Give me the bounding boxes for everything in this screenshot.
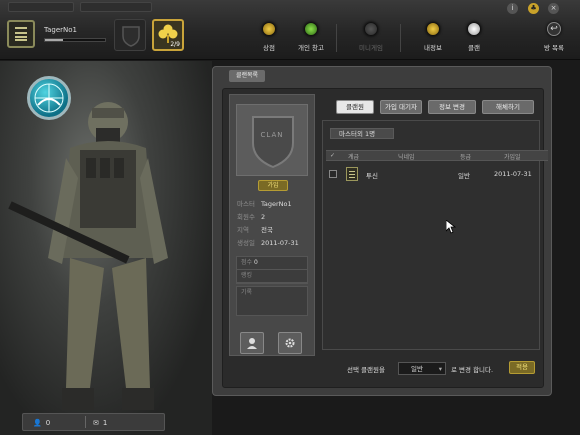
info-value: 2: [261, 213, 266, 221]
bottom-separator: [85, 416, 86, 428]
rank-icon: [346, 167, 358, 181]
info-members: 회원수 2: [237, 211, 265, 221]
clover-slot[interactable]: 2/9: [152, 19, 184, 51]
stats-record-box: 기록: [236, 286, 308, 316]
mail-counter[interactable]: ✉ 1: [93, 417, 107, 428]
stats-box: 점수 0 랭킹: [236, 256, 308, 284]
rank-lines-icon: [15, 27, 27, 41]
nav-clan[interactable]: 클랜: [449, 22, 499, 52]
clan-shield-icon: [252, 116, 294, 169]
myinfo-icon: [426, 22, 440, 36]
stat-score: 점수 0: [237, 257, 307, 270]
clan-list-back-button[interactable]: 클랜목록: [229, 70, 265, 82]
info-master: 마스터 TagerNo1: [237, 198, 292, 208]
person-icon: [247, 338, 257, 349]
top-bar: i ♣ × TagerNo1 2/9 상점 개인 창고 미니게임 내정보 클랜 …: [0, 0, 580, 60]
nav-minigame-label: 미니게임: [359, 44, 383, 52]
tab-disband[interactable]: 해체하기: [482, 100, 534, 114]
nav-minigame: 미니게임: [346, 22, 396, 52]
clan-join-button[interactable]: 가입: [258, 180, 288, 191]
column-grade: 등급: [460, 154, 472, 161]
top-strip-right: [80, 2, 152, 12]
tab-edit-info[interactable]: 정보 변경: [428, 100, 476, 114]
grade-select[interactable]: 일반 ▾: [398, 362, 446, 375]
info-created: 생성일 2011-07-31: [237, 237, 299, 247]
apply-button[interactable]: 적용: [509, 361, 535, 374]
soldier-character-icon: [8, 102, 168, 410]
info-key: 생성일: [237, 239, 255, 247]
nav-room-list[interactable]: ↩ 방 목록: [529, 22, 579, 52]
shield-icon: [122, 26, 140, 47]
clan-emblem: CLAN: [236, 104, 308, 176]
clover-count: 2/9: [170, 41, 180, 48]
info-value: 전국: [261, 226, 273, 234]
nav-inventory-label: 개인 창고: [298, 44, 324, 52]
clan-icon: [467, 22, 481, 36]
tab-applicants[interactable]: 가입 대기자: [380, 100, 422, 114]
column-nickname: 닉네임: [398, 154, 415, 161]
info-value: TagerNo1: [261, 200, 292, 208]
tab-members[interactable]: 클랜원: [336, 100, 374, 114]
mouse-cursor-icon: [446, 220, 456, 234]
mail-icon: ✉: [93, 418, 99, 427]
member-view-button[interactable]: [240, 332, 264, 354]
stat-key: 랭킹: [241, 272, 253, 279]
clan-emblem-slot[interactable]: [114, 19, 146, 51]
bottom-status-bar: 👤 0 ✉ 1: [22, 413, 165, 431]
clan-emblem-text: CLAN: [260, 131, 284, 139]
info-region: 지역 전국: [237, 224, 273, 234]
info-key: 마스터: [237, 200, 255, 208]
chevron-down-icon: ▾: [438, 365, 442, 373]
grade-change-prefix: 선택 클랜원을: [347, 366, 385, 374]
nav-separator: [400, 24, 401, 52]
settings-button[interactable]: [278, 332, 302, 354]
member-grade: 일반: [458, 172, 470, 180]
mail-count: 1: [102, 418, 108, 427]
nav-inventory[interactable]: 개인 창고: [286, 22, 336, 52]
return-icon: ↩: [547, 22, 561, 36]
member-joined: 2011-07-31: [494, 170, 532, 178]
nav-separator: [336, 24, 337, 52]
info-key: 지역: [237, 226, 249, 234]
close-icon[interactable]: ×: [548, 3, 559, 14]
column-rank: 계급: [348, 154, 360, 161]
stat-value: 0: [253, 259, 258, 266]
friends-count: 0: [45, 418, 51, 427]
top-strip-left: [8, 2, 74, 12]
gear-icon: [285, 338, 295, 348]
check-all-icon[interactable]: ✓: [330, 152, 335, 159]
minigame-icon: [364, 22, 378, 36]
stat-ranking: 랭킹: [237, 270, 307, 283]
member-table-header: ✓ 계급 닉네임 등급 가입일: [326, 150, 548, 161]
member-count-label: 마스터외 1명: [330, 128, 394, 139]
stat-key: 점수: [241, 259, 253, 266]
exp-bar: [44, 38, 106, 42]
info-icon[interactable]: i: [507, 3, 518, 14]
row-checkbox[interactable]: [329, 170, 337, 178]
grade-change-suffix: 로 변경 합니다.: [451, 366, 494, 374]
nav-clan-label: 클랜: [468, 44, 480, 52]
shop-icon: [262, 22, 276, 36]
friends-counter[interactable]: 👤 0: [33, 417, 50, 428]
info-key: 회원수: [237, 213, 255, 221]
clover-icon[interactable]: ♣: [528, 3, 539, 14]
info-value: 2011-07-31: [261, 239, 299, 247]
stat-record: 기록: [241, 289, 253, 296]
inventory-icon: [304, 22, 318, 36]
grade-select-value: 일반: [411, 365, 423, 373]
player-name: TagerNo1: [44, 26, 78, 34]
nav-room-list-label: 방 목록: [543, 44, 564, 52]
column-joined: 가입일: [504, 154, 521, 161]
rank-badge: [7, 20, 35, 48]
table-row[interactable]: 투신 일반 2011-07-31: [326, 165, 548, 184]
person-icon: 👤: [33, 418, 42, 427]
member-nickname: 투신: [366, 172, 378, 180]
exp-bar-fill: [45, 39, 63, 41]
